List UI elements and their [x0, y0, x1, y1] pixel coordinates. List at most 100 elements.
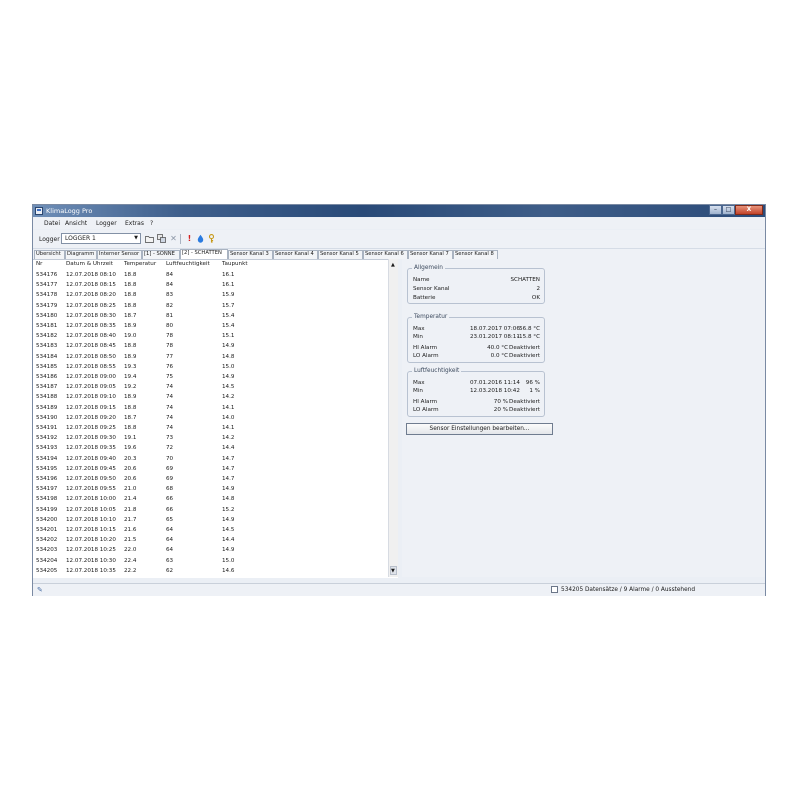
delete-icon[interactable]: ✕: [169, 234, 178, 243]
menu-datei[interactable]: Datei: [44, 220, 60, 227]
tab-diagramm[interactable]: Diagramm: [65, 250, 97, 259]
cell-temperatur: 22.2: [124, 567, 137, 574]
minimize-button[interactable]: –: [709, 205, 722, 215]
tab-sensor-kanal-7[interactable]: Sensor Kanal 7: [408, 250, 453, 259]
table-row[interactable]: 534191 12.07.2018 09:25 18.8 74 14.1: [33, 423, 383, 433]
table-row[interactable]: 534177 12.07.2018 08:15 18.8 84 16.1: [33, 280, 383, 290]
sensor-kanal-label: Sensor Kanal: [413, 286, 450, 292]
table-row[interactable]: 534192 12.07.2018 09:30 19.1 73 14.2: [33, 433, 383, 443]
tab-sensor-kanal-8[interactable]: Sensor Kanal 8: [453, 250, 498, 259]
cell-luftfeuchtigkeit: 72: [166, 445, 174, 452]
temp-max-label: Max: [413, 326, 425, 332]
menu-help[interactable]: ?: [150, 220, 153, 227]
table-row[interactable]: 534197 12.07.2018 09:55 21.0 68 14.9: [33, 484, 383, 494]
cell-taupunkt: 14.7: [222, 455, 235, 462]
cell-luftfeuchtigkeit: 66: [166, 496, 174, 503]
hum-min-value: 1 %: [529, 388, 540, 394]
cell-taupunkt: 14.1: [222, 425, 235, 431]
tab-sonne[interactable]: [1] - SONNE: [142, 250, 180, 259]
group-temperatur: Temperatur Max 18.07.2017 07:06 56.8 °C …: [407, 314, 545, 363]
hum-hi-alarm-state: Deaktiviert: [509, 399, 540, 405]
alarm-icon[interactable]: !: [185, 234, 194, 243]
column-header-datum[interactable]: Datum & Uhrzeit: [66, 261, 113, 267]
hum-hi-alarm-label: HI Alarm: [413, 399, 438, 405]
scroll-up-icon[interactable]: ▲: [391, 262, 395, 268]
table-row[interactable]: 534190 12.07.2018 09:20 18.7 74 14.0: [33, 413, 383, 423]
logger-select[interactable]: LOGGER 1 ▼: [61, 233, 141, 244]
table-row[interactable]: 534187 12.07.2018 09:05 19.2 74 14.5: [33, 382, 383, 392]
table-row[interactable]: 534176 12.07.2018 08:10 18.8 84 16.1: [33, 270, 383, 280]
hum-max-value: 96 %: [525, 380, 540, 386]
copy-icon[interactable]: [157, 234, 166, 243]
scroll-down-icon[interactable]: ▼: [391, 568, 395, 574]
tab-uebersicht[interactable]: Übersicht: [34, 250, 65, 259]
group-title-temperatur: Temperatur: [412, 314, 450, 320]
tab-sensor-kanal-5[interactable]: Sensor Kanal 5: [318, 250, 363, 259]
table-row[interactable]: 534203 12.07.2018 10:25 22.0 64 14.9: [33, 545, 383, 555]
records-icon: [551, 586, 558, 593]
tab-sensor-kanal-3[interactable]: Sensor Kanal 3: [228, 250, 273, 259]
table-scrollbar[interactable]: ▲ ▼: [388, 259, 398, 577]
sensor-settings-button[interactable]: Sensor Einstellungen bearbeiten...: [406, 423, 553, 435]
batterie-label: Batterie: [413, 295, 436, 301]
table-row[interactable]: 534205 12.07.2018 10:35 22.2 62 14.6: [33, 566, 383, 576]
cell-temperatur: 20.6: [124, 476, 137, 482]
table-row[interactable]: 534196 12.07.2018 09:50 20.6 69 14.7: [33, 474, 383, 484]
status-text: 534205 Datensätze / 9 Alarme / 0 Aussteh…: [561, 587, 696, 593]
table-row[interactable]: 534188 12.07.2018 09:10 18.9 74 14.2: [33, 392, 383, 402]
tab-schatten[interactable]: [2] - SCHATTEN: [180, 249, 228, 259]
table-row[interactable]: 534185 12.07.2018 08:55 19.3 76 15.0: [33, 362, 383, 372]
menu-logger[interactable]: Logger: [96, 220, 117, 227]
temp-hi-alarm-label: HI Alarm: [413, 345, 438, 351]
key-icon[interactable]: [207, 234, 216, 243]
cell-datum: 12.07.2018 09:55: [66, 486, 116, 493]
table-row[interactable]: 534194 12.07.2018 09:40 20.3 70 14.7: [33, 454, 383, 464]
table-row[interactable]: 534186 12.07.2018 09:00 19.4 75 14.9: [33, 372, 383, 382]
table-row[interactable]: 534179 12.07.2018 08:25 18.8 82 15.7: [33, 301, 383, 311]
cell-temperatur: 21.8: [124, 506, 137, 513]
open-folder-icon[interactable]: [145, 234, 154, 243]
cell-nr: 534178: [36, 292, 58, 299]
table-row[interactable]: 534193 12.07.2018 09:35 19.6 72 14.4: [33, 443, 383, 453]
humidity-drop-icon[interactable]: [196, 234, 205, 243]
table-row[interactable]: 534199 12.07.2018 10:05 21.8 66 15.2: [33, 505, 383, 515]
table-row[interactable]: 534180 12.07.2018 08:30 18.7 81 15.4: [33, 311, 383, 321]
hum-max-date: 07.01.2016 11:14: [470, 380, 520, 386]
table-row[interactable]: 534181 12.07.2018 08:35 18.9 80 15.4: [33, 321, 383, 331]
tab-sensor-kanal-6[interactable]: Sensor Kanal 6: [363, 250, 408, 259]
table-row[interactable]: 534184 12.07.2018 08:50 18.9 77 14.8: [33, 352, 383, 362]
table-row[interactable]: 534183 12.07.2018 08:45 18.8 78 14.9: [33, 341, 383, 351]
close-button[interactable]: X: [735, 205, 763, 215]
cell-datum: 12.07.2018 08:35: [66, 323, 116, 329]
tab-interner-sensor[interactable]: Interner Sensor: [97, 250, 142, 259]
table-row[interactable]: 534204 12.07.2018 10:30 22.4 63 15.0: [33, 556, 383, 566]
maximize-button[interactable]: □: [722, 205, 735, 215]
data-table: Nr Datum & Uhrzeit Temperatur Luftfeucht…: [33, 259, 398, 578]
cell-taupunkt: 15.0: [222, 557, 235, 564]
app-window: KlimaLogg Pro – □ X Datei Ansicht Logger…: [32, 204, 766, 596]
table-row[interactable]: 534182 12.07.2018 08:40 19.0 78 15.1: [33, 331, 383, 341]
column-header-luftfeuchtigkeit[interactable]: Luftfeuchtigkeit: [166, 261, 210, 267]
column-header-nr[interactable]: Nr: [36, 261, 42, 267]
table-row[interactable]: 534200 12.07.2018 10:10 21.7 65 14.9: [33, 515, 383, 525]
cell-luftfeuchtigkeit: 73: [166, 435, 174, 442]
table-row[interactable]: 534202 12.07.2018 10:20 21.5 64 14.4: [33, 535, 383, 545]
column-header-taupunkt[interactable]: Taupunkt: [222, 261, 248, 267]
cell-taupunkt: 14.9: [222, 343, 235, 350]
table-row[interactable]: 534178 12.07.2018 08:20 18.8 83 15.9: [33, 290, 383, 300]
cell-luftfeuchtigkeit: 78: [166, 343, 174, 350]
column-header-temperatur[interactable]: Temperatur: [124, 261, 156, 267]
cell-temperatur: 20.6: [124, 465, 137, 472]
cell-temperatur: 19.6: [124, 445, 137, 452]
tab-sensor-kanal-4[interactable]: Sensor Kanal 4: [273, 250, 318, 259]
cell-luftfeuchtigkeit: 76: [166, 363, 174, 370]
menu-ansicht[interactable]: Ansicht: [65, 220, 87, 227]
table-row[interactable]: 534201 12.07.2018 10:15 21.6 64 14.5: [33, 525, 383, 535]
cell-temperatur: 22.4: [124, 557, 137, 564]
menu-extras[interactable]: Extras: [125, 220, 144, 227]
table-row[interactable]: 534198 12.07.2018 10:00 21.4 66 14.8: [33, 494, 383, 504]
table-row[interactable]: 534189 12.07.2018 09:15 18.8 74 14.1: [33, 403, 383, 413]
cell-nr: 534193: [36, 445, 58, 452]
cell-luftfeuchtigkeit: 74: [166, 384, 174, 391]
table-row[interactable]: 534195 12.07.2018 09:45 20.6 69 14.7: [33, 464, 383, 474]
